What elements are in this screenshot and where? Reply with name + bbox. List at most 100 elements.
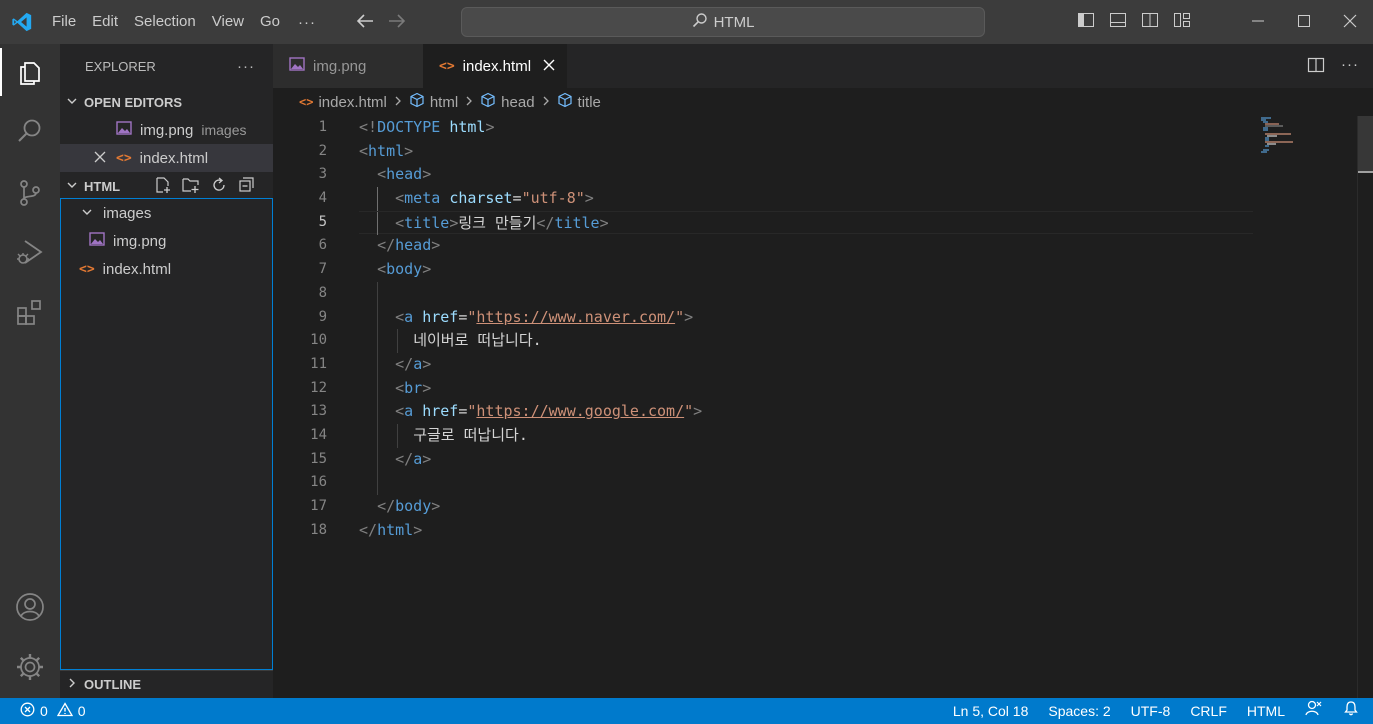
cursor-position[interactable]: Ln 5, Col 18 <box>943 698 1039 724</box>
code-token: meta <box>404 189 441 208</box>
collapse-all-icon[interactable] <box>238 176 256 197</box>
more-actions-icon[interactable]: ··· <box>1341 56 1359 77</box>
language-mode[interactable]: HTML <box>1237 698 1295 724</box>
tab-img-png[interactable]: img.png <box>273 44 423 88</box>
code-token: charset <box>449 189 513 208</box>
code-editor[interactable]: 1 2 3 4 5 6 7 8 9 10 11 12 13 14 15 16 1… <box>273 116 1373 698</box>
html-file-icon: <> <box>439 58 455 74</box>
forward-arrow-icon[interactable] <box>388 13 406 31</box>
close-icon[interactable] <box>94 150 106 167</box>
close-window-button[interactable] <box>1327 0 1373 44</box>
search-text: HTML <box>713 13 755 31</box>
minimize-button[interactable] <box>1235 0 1281 44</box>
explorer-header: EXPLORER ··· <box>60 44 273 88</box>
code-line: </head> <box>377 236 441 255</box>
indentation[interactable]: Spaces: 2 <box>1038 698 1120 724</box>
menu-file[interactable]: File <box>44 0 84 44</box>
gear-icon <box>15 652 45 685</box>
chevron-right-icon <box>393 95 403 110</box>
folder-label: HTML <box>84 178 121 194</box>
tree-folder-images[interactable]: images <box>61 199 272 227</box>
line-number: 15 <box>310 450 327 467</box>
breadcrumb-html[interactable]: html <box>409 92 458 112</box>
status-bar-right: Ln 5, Col 18 Spaces: 2 UTF-8 CRLF HTML <box>943 698 1373 724</box>
breadcrumb-head[interactable]: head <box>480 92 535 112</box>
tree-file-img[interactable]: img.png <box>61 227 272 255</box>
line-number: 2 <box>318 142 327 159</box>
explorer-more-button[interactable]: ··· <box>237 58 255 75</box>
line-number: 7 <box>318 261 327 278</box>
breadcrumb-title[interactable]: title <box>557 92 601 112</box>
command-center-search[interactable]: HTML <box>461 7 985 37</box>
outline-section[interactable]: OUTLINE <box>60 670 273 698</box>
code-line: </body> <box>377 497 441 515</box>
back-arrow-icon[interactable] <box>356 13 374 31</box>
line-number: 1 <box>318 119 327 135</box>
chevron-right-icon <box>541 95 551 110</box>
outline-label: OUTLINE <box>84 677 142 692</box>
vertical-scrollbar[interactable] <box>1357 116 1373 698</box>
menu-selection[interactable]: Selection <box>126 0 204 44</box>
problems-indicator[interactable]: 0 0 <box>0 702 86 720</box>
menu-more-button[interactable]: ··· <box>288 14 326 31</box>
new-folder-icon[interactable] <box>182 176 200 197</box>
search-view-button[interactable] <box>0 108 60 156</box>
explorer-title: EXPLORER <box>85 58 156 74</box>
tab-label: index.html <box>462 57 532 75</box>
explorer-view-button[interactable] <box>0 48 60 96</box>
code-token: href <box>422 402 459 421</box>
split-editor-icon[interactable] <box>1307 56 1325 77</box>
customize-layout-icon[interactable] <box>1172 10 1192 33</box>
code-line-current: <title>링크 만들기</title> <box>359 210 1253 236</box>
extensions-view-button[interactable] <box>0 290 60 338</box>
toggle-secondary-sidebar-icon[interactable] <box>1140 10 1160 33</box>
element-cube-icon <box>409 92 425 112</box>
line-number: 16 <box>310 474 327 491</box>
element-cube-icon <box>557 92 573 112</box>
code-line: <html> <box>359 141 414 160</box>
extensions-icon <box>15 298 45 331</box>
code-line: <!DOCTYPE html> <box>359 118 495 136</box>
minimap[interactable] <box>1257 116 1357 156</box>
navigation-arrows <box>356 13 406 31</box>
open-editor-item-index[interactable]: <> index.html <box>60 144 273 172</box>
toggle-panel-icon[interactable] <box>1108 10 1128 33</box>
run-debug-icon <box>15 238 45 271</box>
maximize-button[interactable] <box>1281 0 1327 44</box>
code-link-google[interactable]: https://www.google.com/ <box>476 402 684 420</box>
code-link-naver[interactable]: https://www.naver.com/ <box>476 308 675 326</box>
close-tab-icon[interactable] <box>543 58 555 75</box>
source-control-view-button[interactable] <box>0 170 60 218</box>
menu-go[interactable]: Go <box>252 0 288 44</box>
notifications-button[interactable] <box>1333 698 1373 724</box>
menu-edit[interactable]: Edit <box>84 0 126 44</box>
run-debug-view-button[interactable] <box>0 230 60 278</box>
activity-bar <box>0 44 60 698</box>
code-lines[interactable]: <!DOCTYPE html> <html> <head> <meta char… <box>359 116 1253 542</box>
close-icon <box>1343 14 1357 31</box>
code-token: a <box>404 307 414 326</box>
folder-section-html[interactable]: HTML <box>60 172 273 200</box>
chevron-down-icon <box>81 205 93 222</box>
breadcrumb-file[interactable]: <> index.html <box>299 94 387 111</box>
new-file-icon[interactable] <box>154 176 172 197</box>
line-number: 10 <box>310 332 327 349</box>
encoding[interactable]: UTF-8 <box>1121 698 1181 724</box>
breadcrumb: <> index.html html head title <box>273 88 601 116</box>
tree-file-index[interactable]: <> index.html <box>61 255 272 283</box>
refresh-icon[interactable] <box>210 176 228 197</box>
end-of-line[interactable]: CRLF <box>1180 698 1237 724</box>
warning-icon <box>56 702 73 720</box>
tab-index-html[interactable]: <> index.html <box>423 44 568 88</box>
open-editor-item-img[interactable]: img.png images <box>60 116 273 144</box>
manage-button[interactable] <box>0 644 60 692</box>
menu-view[interactable]: View <box>204 0 252 44</box>
open-editors-section[interactable]: OPEN EDITORS <box>60 88 273 116</box>
accounts-button[interactable] <box>0 584 60 632</box>
scrollbar-thumb[interactable] <box>1358 116 1373 171</box>
code-token: body <box>395 497 432 515</box>
toggle-primary-sidebar-icon[interactable] <box>1076 10 1096 33</box>
feedback-button[interactable] <box>1295 698 1333 724</box>
explorer-sidebar: EXPLORER ··· OPEN EDITORS img.png images… <box>60 44 273 698</box>
code-token: "utf-8" <box>521 189 585 208</box>
